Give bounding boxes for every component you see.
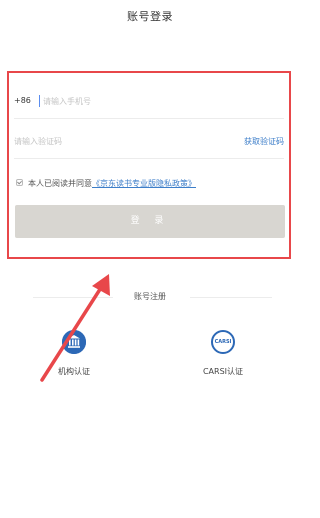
privacy-policy-link[interactable]: 《京东读书专业版隐私政策》 <box>92 179 196 188</box>
institution-icon <box>62 330 86 354</box>
carsi-auth-label: CARSI认证 <box>202 367 244 376</box>
institution-auth-button[interactable]: 机构认证 <box>34 330 114 377</box>
verify-code-input[interactable]: 请输入验证码 <box>14 136 62 147</box>
agreement-row: 本人已阅读并同意《京东读书专业版隐私政策》 <box>14 176 284 192</box>
verify-code-row[interactable]: 请输入验证码 获取验证码 <box>14 128 284 159</box>
text-cursor <box>39 95 40 107</box>
agreement-text: 本人已阅读并同意《京东读书专业版隐私政策》 <box>28 178 196 189</box>
page-title: 账号登录 <box>127 10 173 23</box>
agreement-checkbox[interactable] <box>16 179 23 186</box>
carsi-auth-button[interactable]: CARSI CARSI认证 <box>183 330 263 377</box>
country-code[interactable]: +86 <box>14 96 31 105</box>
phone-input[interactable]: 请输入手机号 <box>43 96 91 107</box>
phone-input-row[interactable]: +86 请输入手机号 <box>14 88 284 119</box>
divider-right <box>190 297 272 298</box>
get-code-button[interactable]: 获取验证码 <box>244 136 284 147</box>
login-page: 账号登录 +86 请输入手机号 请输入验证码 获取验证码 本人已阅读并同意《京东… <box>0 0 300 518</box>
carsi-icon: CARSI <box>211 330 235 354</box>
institution-auth-label: 机构认证 <box>58 367 90 376</box>
carsi-icon-text: CARSI <box>214 339 232 345</box>
agreement-label: 本人已阅读并同意 <box>28 179 92 188</box>
login-button[interactable]: 登 录 <box>15 205 285 238</box>
